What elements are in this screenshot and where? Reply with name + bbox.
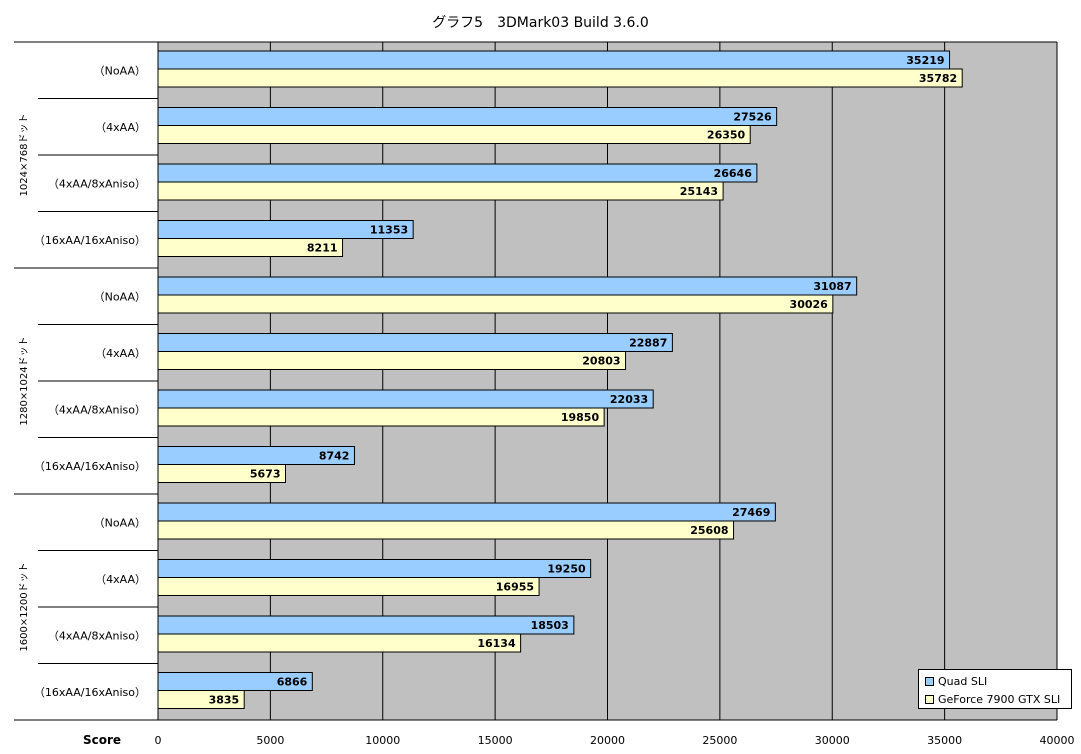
bar	[157, 294, 834, 314]
group-label: 1600×1200ドット	[19, 562, 30, 651]
data-label: 16134	[477, 637, 516, 650]
category-label: （4xAA/8xAniso）	[48, 629, 146, 642]
category-label: （16xAA/16xAniso）	[34, 686, 146, 699]
category-label: （4xAA）	[95, 573, 146, 586]
bar	[157, 351, 627, 370]
data-label: 22887	[629, 337, 667, 350]
group-label: 1024×768ドット	[19, 114, 30, 197]
x-tick-label: 40000	[1040, 734, 1075, 747]
legend-label-quad-sli: Quad SLI	[938, 674, 988, 688]
data-label: 19850	[561, 411, 600, 424]
bar	[157, 125, 751, 144]
bar	[157, 163, 758, 183]
category-label: （4xAA/8xAniso）	[48, 403, 146, 416]
legend-swatch-geforce-7900-gtx-sli	[925, 694, 934, 704]
category-label: （16xAA/16xAniso）	[34, 234, 146, 247]
data-label: 26350	[707, 129, 746, 142]
bar	[157, 181, 724, 201]
category-label: （4xAA）	[95, 347, 146, 360]
bar	[157, 276, 858, 296]
data-label: 27526	[733, 111, 772, 124]
data-label: 35782	[919, 72, 957, 85]
bar	[157, 520, 735, 540]
x-axis-title: Score	[83, 733, 121, 747]
category-label: （4xAA/8xAniso）	[48, 177, 146, 190]
data-label: 20803	[582, 355, 620, 368]
data-label: 25143	[680, 185, 718, 198]
legend: Quad SLI GeForce 7900 GTX SLI	[918, 669, 1072, 709]
group-label: 1280×1024ドット	[19, 336, 30, 425]
category-label: （NoAA）	[94, 64, 146, 77]
x-tick-label: 10000	[365, 734, 400, 747]
data-label: 27469	[732, 506, 770, 519]
x-tick-label: 15000	[478, 734, 513, 747]
data-label: 35219	[906, 54, 944, 67]
bar	[157, 502, 776, 522]
x-tick-label: 25000	[702, 734, 737, 747]
x-tick-label: 0	[155, 734, 162, 747]
bar	[157, 577, 540, 596]
category-label: （NoAA）	[94, 516, 146, 529]
data-label: 18503	[531, 619, 569, 632]
x-tick-label: 35000	[927, 734, 962, 747]
data-label: 22033	[610, 393, 648, 406]
data-label: 3835	[209, 694, 240, 707]
x-tick-label: 5000	[256, 734, 284, 747]
legend-label-geforce-7900-gtx-sli: GeForce 7900 GTX SLI	[938, 692, 1061, 706]
data-label: 30026	[790, 298, 829, 311]
legend-item-quad-sli: Quad SLI	[925, 674, 987, 688]
category-label: （4xAA）	[95, 121, 146, 134]
bar	[157, 633, 522, 653]
data-label: 8742	[319, 450, 350, 463]
bar	[157, 559, 592, 578]
data-label: 5673	[250, 468, 281, 481]
data-label: 26646	[714, 167, 753, 180]
bar	[157, 333, 673, 352]
bar	[157, 407, 605, 427]
data-label: 25608	[690, 524, 728, 537]
data-label: 16955	[496, 581, 534, 594]
bar	[157, 389, 654, 409]
x-tick-label: 30000	[815, 734, 850, 747]
legend-swatch-quad-sli	[925, 676, 934, 686]
data-label: 31087	[813, 280, 851, 293]
bar	[157, 50, 951, 70]
x-tick-label: 20000	[590, 734, 625, 747]
data-label: 6866	[277, 676, 308, 689]
legend-item-geforce-7900-gtx-sli: GeForce 7900 GTX SLI	[925, 692, 1060, 706]
bar	[157, 615, 575, 635]
data-label: 8211	[307, 242, 338, 255]
data-label: 19250	[547, 563, 586, 576]
data-label: 11353	[370, 224, 408, 237]
bar-chart: 35219 35782 27526 26350 26646 25143 11353 8211 3…	[14, 41, 1075, 747]
x-axis-ticks: 0 5000 10000 15000 20000 25000 30000 35000 40000…	[83, 733, 1075, 747]
bar	[157, 107, 778, 126]
bar	[157, 68, 963, 88]
category-label: （16xAA/16xAniso）	[34, 460, 146, 473]
category-label: （NoAA）	[94, 290, 146, 303]
